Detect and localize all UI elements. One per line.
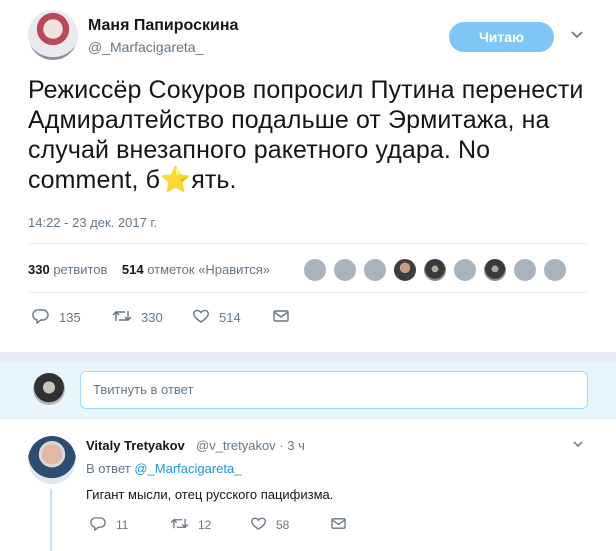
reply-count: 135 (59, 310, 81, 325)
reply-text: Гигант мысли, отец русского пацифизма. (86, 487, 334, 502)
reply-icon (90, 516, 107, 534)
dm-icon (330, 516, 347, 534)
liker-avatars (303, 258, 567, 282)
like-count: 514 (219, 310, 241, 325)
reply-actions: 11 12 58 (90, 516, 347, 534)
replying-to-link[interactable]: @_Marfacigareta_ (134, 461, 241, 476)
liker-avatar[interactable] (363, 258, 387, 282)
dm-action[interactable] (330, 516, 347, 534)
reply-author-name[interactable]: Vitaly Tretyakov (86, 438, 185, 453)
like-action[interactable]: 58 (250, 516, 330, 534)
liker-avatar[interactable] (543, 258, 567, 282)
retweet-count: 12 (198, 518, 212, 532)
author-name[interactable]: Маня Папироскина (88, 17, 238, 35)
liker-avatar[interactable] (303, 258, 327, 282)
like-icon (192, 308, 210, 327)
follow-button[interactable]: Читаю (449, 22, 554, 52)
divider (28, 292, 588, 293)
like-action[interactable]: 514 (192, 308, 272, 327)
tweet-timestamp[interactable]: 14:22 - 23 дек. 2017 г. (28, 215, 157, 230)
liker-avatar[interactable] (423, 258, 447, 282)
replying-to: В ответ @_Marfacigareta_ (86, 461, 241, 476)
reply-count: 11 (116, 518, 129, 532)
retweets-label: ретвитов (53, 262, 108, 277)
likes-stat[interactable]: 514 отметок «Нравится» (122, 262, 270, 277)
tweet-text: Режиссёр Сокуров попросил Путина перенес… (28, 76, 584, 194)
author-avatar[interactable] (28, 10, 78, 60)
reply-tweet[interactable]: Vitaly Tretyakov @v_tretyakov · 3 ч В от… (0, 418, 616, 551)
main-tweet: Маня Папироскина @_Marfacigareta_ Читаю … (0, 0, 616, 352)
like-count: 58 (276, 518, 290, 532)
retweet-icon (170, 516, 189, 534)
current-user-avatar (33, 373, 65, 405)
retweet-icon (112, 308, 132, 327)
reply-icon (32, 308, 50, 327)
retweets-stat[interactable]: 330 ретвитов (28, 262, 107, 277)
tweet-actions: 135 330 514 (32, 308, 290, 327)
reply-composer: Твитнуть в ответ (0, 362, 616, 418)
like-icon (250, 516, 267, 534)
liker-avatar[interactable] (513, 258, 537, 282)
liker-avatar[interactable] (333, 258, 357, 282)
reply-action[interactable]: 11 (90, 516, 170, 534)
thread-line (50, 489, 52, 551)
reply-author-avatar[interactable] (28, 436, 76, 484)
chevron-down-icon[interactable] (572, 438, 584, 453)
dm-icon (272, 308, 290, 327)
author-handle[interactable]: @_Marfacigareta_ (88, 39, 203, 55)
reply-action[interactable]: 135 (32, 308, 112, 327)
tweet-stats: 330 ретвитов 514 отметок «Нравится» (28, 262, 270, 277)
retweets-count: 330 (28, 262, 50, 277)
liker-avatar[interactable] (453, 258, 477, 282)
divider (28, 243, 588, 244)
retweet-count: 330 (141, 310, 163, 325)
reply-author-handle[interactable]: @v_tretyakov · 3 ч (196, 438, 305, 453)
retweet-action[interactable]: 12 (170, 516, 250, 534)
dm-action[interactable] (272, 308, 290, 327)
section-gap (0, 352, 616, 362)
reply-input[interactable]: Твитнуть в ответ (80, 371, 588, 409)
liker-avatar[interactable] (483, 258, 507, 282)
likes-count: 514 (121, 262, 144, 277)
retweet-action[interactable]: 330 (112, 308, 192, 327)
replying-prefix: В ответ (86, 461, 131, 476)
liker-avatar[interactable] (393, 258, 417, 282)
chevron-down-icon[interactable] (570, 27, 586, 43)
likes-label: отметок «Нравится» (147, 262, 271, 277)
